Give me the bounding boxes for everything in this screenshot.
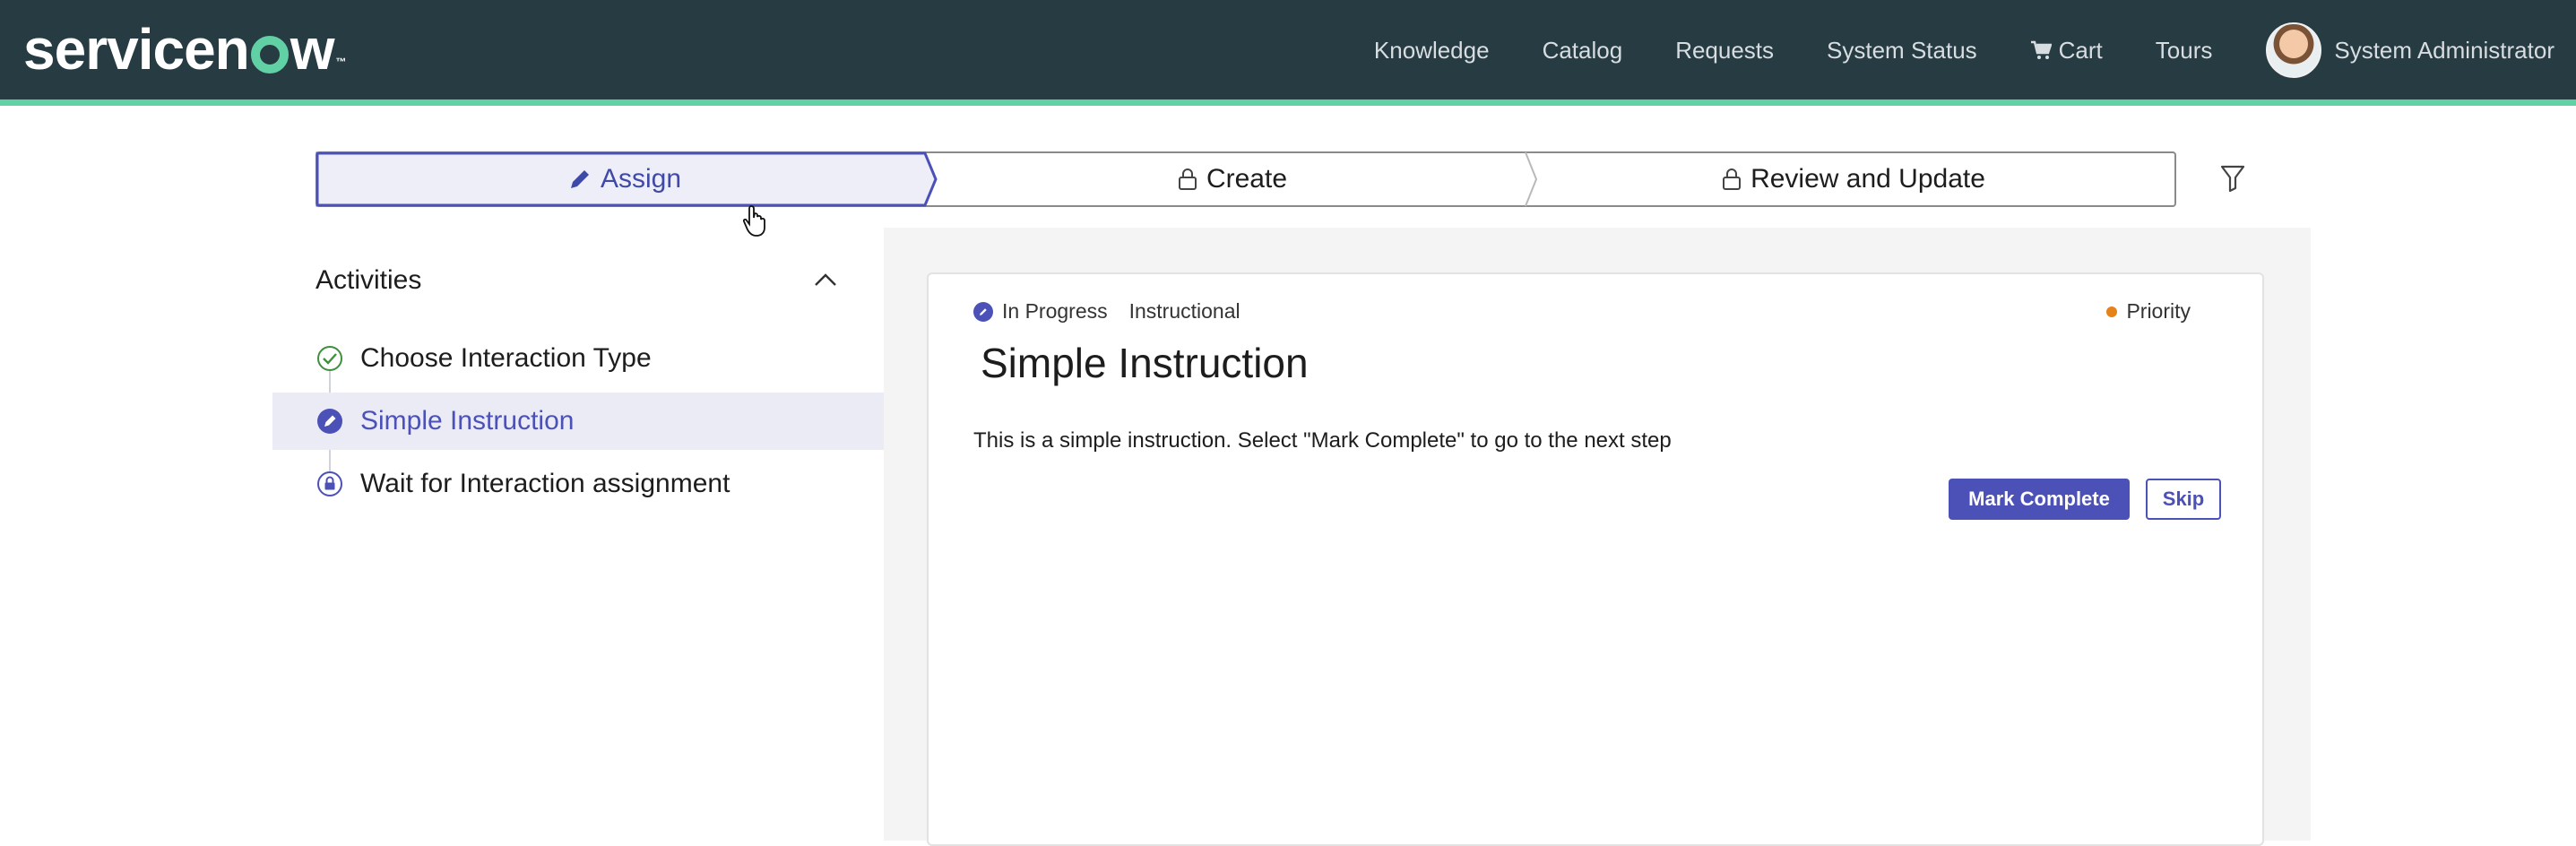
stage-assign[interactable]: Assign: [316, 151, 934, 207]
pencil-icon: [568, 168, 592, 191]
skip-button[interactable]: Skip: [2146, 479, 2221, 520]
nav-tours[interactable]: Tours: [2156, 37, 2213, 65]
activity-label: Wait for Interaction assignment: [360, 469, 730, 498]
nav-system-status[interactable]: System Status: [1827, 37, 1977, 65]
check-circle-icon: [316, 344, 344, 373]
stage-create[interactable]: Create: [934, 151, 1531, 207]
servicenow-logo[interactable]: servicen w ™: [23, 17, 347, 82]
mark-complete-button[interactable]: Mark Complete: [1949, 479, 2130, 520]
nav-catalog[interactable]: Catalog: [1543, 37, 1623, 65]
activities-heading: Activities: [316, 265, 422, 295]
activity-item-choose-interaction-type[interactable]: Choose Interaction Type: [272, 330, 884, 387]
nav-cart[interactable]: Cart: [2030, 37, 2103, 65]
cart-icon: [2030, 40, 2052, 59]
in-progress-icon: [973, 301, 993, 322]
hand-cursor-icon: [743, 205, 765, 237]
lock-icon: [1722, 168, 1742, 191]
stage-assign-label: Assign: [600, 164, 682, 194]
nav-knowledge[interactable]: Knowledge: [1374, 37, 1490, 65]
activity-type: Instructional: [1128, 299, 1240, 323]
priority-dot-icon: [2106, 306, 2118, 317]
status-label: In Progress: [1002, 299, 1108, 323]
nav-requests[interactable]: Requests: [1675, 37, 1774, 65]
activity-label: Simple Instruction: [360, 406, 575, 436]
stage-review-and-update[interactable]: Review and Update: [1531, 151, 2176, 207]
activity-card: In Progress Instructional Priority Simpl…: [927, 272, 2264, 846]
nav-cart-label: Cart: [2058, 36, 2103, 64]
lock-icon: [1178, 168, 1197, 191]
top-header: servicen w ™ Knowledge Catalog Requests Sy…: [0, 0, 2576, 106]
user-menu[interactable]: System Administrator: [2266, 22, 2554, 78]
header-nav: Knowledge Catalog Requests System Status…: [1321, 0, 2554, 100]
activity-item-simple-instruction[interactable]: Simple Instruction: [272, 393, 884, 450]
stage-create-label: Create: [1206, 164, 1288, 194]
stage-review-label: Review and Update: [1750, 164, 1985, 194]
activity-label: Choose Interaction Type: [360, 343, 652, 373]
avatar: [2266, 22, 2322, 78]
stage-progress-bar: Assign Create Review and Update: [316, 151, 2176, 207]
user-name: System Administrator: [2334, 36, 2554, 64]
in-progress-icon: [316, 407, 344, 436]
activity-description: This is a simple instruction. Select "Ma…: [973, 428, 1672, 453]
priority-badge: Priority: [2106, 299, 2191, 324]
filter-icon[interactable]: [2219, 164, 2246, 193]
chevron-up-icon[interactable]: [812, 271, 839, 289]
activity-item-wait-for-interaction-assignment[interactable]: Wait for Interaction assignment: [272, 455, 884, 513]
priority-label: Priority: [2126, 299, 2191, 323]
activity-meta: In Progress Instructional: [973, 299, 1240, 324]
lock-circle-icon: [316, 470, 344, 498]
activity-title: Simple Instruction: [981, 340, 1309, 386]
